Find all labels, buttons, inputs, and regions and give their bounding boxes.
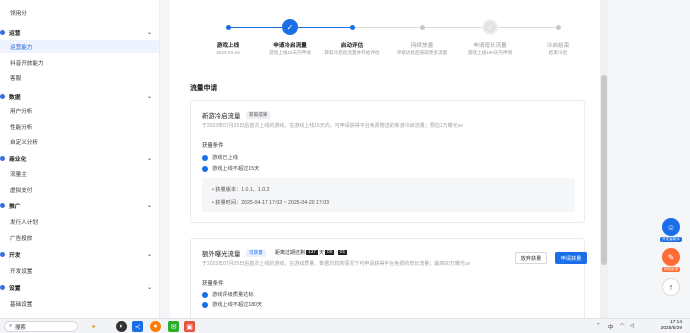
check-icon <box>202 291 208 298</box>
sidebar-item[interactable]: 客服 <box>0 71 159 84</box>
arrow-up-icon: ↑ <box>662 278 680 296</box>
back-to-top-button[interactable]: ↑ <box>660 278 682 296</box>
card-description: 于2023年07月25日后首次上线的游戏，在游戏质量、数据均较高情况下可申请获得… <box>202 261 471 267</box>
vscode-icon[interactable]: ≺ <box>132 321 143 332</box>
sidebar-section[interactable]: 开发 ⌄ <box>0 248 159 261</box>
check-icon: ✓ <box>282 19 298 35</box>
chevron-down-icon: ⌄ <box>146 156 152 162</box>
info-box: • 获量版本：1.0.1、1.0.2 • 获量时间：2025-04-17 17:… <box>202 178 575 212</box>
step-label: 启动评估 <box>340 43 364 49</box>
conditions-title: 获量条件 <box>202 281 224 287</box>
card-description: 于2023年07月25日后首次上线的游戏，在游戏上线15天内，可申请获得平台免费… <box>202 123 463 129</box>
condition-item: 游戏上线不超过15天 <box>202 165 259 172</box>
check-icon <box>202 301 208 308</box>
apply-button[interactable]: 申请获量 <box>555 252 587 264</box>
step-dot <box>555 25 561 30</box>
condition-item: 游戏已上线 <box>202 154 238 161</box>
chevron-down-icon: ⌄ <box>146 203 152 209</box>
sidebar-section[interactable]: 商业化 ⌄ <box>0 152 159 165</box>
section-icon <box>0 94 5 99</box>
check-icon <box>202 154 208 161</box>
sidebar-section[interactable]: 数据 ⌄ <box>0 90 159 103</box>
clock[interactable]: 17:14 2025/5/29 <box>642 320 682 332</box>
step-label: 冷启结束 <box>546 43 570 49</box>
main-content: 游戏上线 2023-04-16 ✓ 申请冷启流量 游戏上线15天内申请 启动评估 获取冷启动… <box>160 0 600 318</box>
step-connector <box>490 27 558 28</box>
sidebar-item[interactable]: 领用分 <box>0 6 159 19</box>
sidebar-item[interactable]: 抖音开放能力 <box>0 56 159 69</box>
section-icon <box>0 156 5 161</box>
step-dot <box>349 25 355 30</box>
sidebar-item[interactable]: 基础设置 <box>0 297 159 310</box>
section-icon <box>0 30 5 35</box>
step-connector <box>290 27 352 28</box>
section-icon <box>0 285 5 290</box>
countdown-timer: 距离过期还剩 137 天 00: 01 <box>275 249 348 256</box>
step-connector <box>352 27 422 28</box>
sidebar-item[interactable]: 广告投放 <box>0 231 159 244</box>
section-title: 流量申请 <box>190 85 218 92</box>
status-badge: 可获量 <box>246 249 266 257</box>
chevron-down-icon: ⌄ <box>146 30 152 36</box>
feedback-widget[interactable]: ✎ 体验反馈 <box>660 248 682 272</box>
check-icon: ✓ <box>482 19 498 35</box>
wifi-icon[interactable]: ◠ <box>620 323 625 329</box>
sidebar-item[interactable]: 流量主 <box>0 167 159 180</box>
sidebar-item[interactable]: 发行人计划 <box>0 215 159 228</box>
widget-icon[interactable]: ◐ <box>116 321 127 332</box>
developer-assistant-widget[interactable]: ☺ 开发者助手 <box>660 218 682 242</box>
step-subtitle: 获取冷启动流量并开始评估 <box>324 50 380 55</box>
card-title: 新游冷启流量 <box>202 113 241 120</box>
section-icon <box>0 203 5 208</box>
step-connector <box>228 27 290 28</box>
sidebar-item[interactable]: 性能分析 <box>0 120 159 133</box>
taskbar: ⌕ 搜索 ✦ ◐ ≺ ● ✉ ▣ ⌃ 中 ◠ ◁ 17:14 2025/5/29 <box>0 318 690 333</box>
lang-indicator[interactable]: 中 <box>608 323 613 331</box>
taskbar-search[interactable]: ⌕ 搜索 <box>4 321 78 332</box>
assistant-icon: ☺ <box>662 218 680 236</box>
sidebar-item[interactable]: 自定义分析 <box>0 135 159 148</box>
cold-start-card: 新游冷启流量 获取成果 于2023年07月25日后首次上线的游戏，在游戏上线15… <box>190 100 585 223</box>
wechat-icon[interactable]: ✉ <box>168 321 179 332</box>
check-icon <box>202 165 208 172</box>
version-info: • 获量版本：1.0.1、1.0.2 <box>212 187 270 193</box>
chevron-down-icon: ⌄ <box>146 94 152 100</box>
step-dot <box>225 25 231 30</box>
conditions-title: 获量条件 <box>202 143 224 149</box>
time-info: • 获量时间：2025-04-17 17:03 ~ 2025-04-20 17:… <box>212 200 330 206</box>
app-icon[interactable]: ▣ <box>184 321 195 332</box>
feedback-icon: ✎ <box>662 248 680 266</box>
sidebar-section[interactable]: 推广 ⌄ <box>0 199 159 212</box>
chevron-down-icon: ⌄ <box>146 285 152 291</box>
extra-exposure-card: 额外曝光流量 可获量 距离过期还剩 137 天 00: 01 于2023年07月… <box>190 238 587 318</box>
status-badge: 获取成果 <box>246 111 271 119</box>
abandon-button[interactable]: 放弃获量 <box>515 252 547 264</box>
card-title: 额外曝光流量 <box>202 251 241 258</box>
sidebar-item[interactable]: 虚拟支付 <box>0 183 159 196</box>
sidebar-section[interactable]: 设置 ⌄ <box>0 281 159 294</box>
chevron-up-icon[interactable]: ⌃ <box>596 323 601 329</box>
firefox-icon[interactable]: ● <box>150 321 161 332</box>
volume-icon[interactable]: ◁ <box>630 323 634 329</box>
scrollbar-thumb[interactable] <box>601 75 607 265</box>
scrollbar[interactable] <box>600 0 608 318</box>
sidebar: 领用分运营 ⌄ 运营能力抖音开放能力 客服数据 ⌄ 用户分析性能分析自定义分析商业化 ⌄ 流量… <box>0 0 160 318</box>
copilot-icon[interactable]: ✦ <box>88 321 99 332</box>
progress-steps: 游戏上线 2023-04-16 ✓ 申请冷启流量 游戏上线15天内申请 启动评估 获取冷启动… <box>170 0 600 75</box>
step-dot <box>419 25 425 30</box>
chevron-down-icon: ⌄ <box>146 252 152 258</box>
search-icon: ⌕ <box>9 323 13 329</box>
sidebar-section[interactable]: 运营 ⌄ <box>0 26 159 39</box>
section-icon <box>0 252 5 257</box>
condition-item: 游戏评级质量达标 <box>202 291 254 298</box>
step-subtitle: 结束冷启 <box>548 50 568 55</box>
content-panel: 游戏上线 2023-04-16 ✓ 申请冷启流量 游戏上线15天内申请 启动评估 获取冷启动… <box>170 0 600 318</box>
condition-item: 游戏上线不超过180天 <box>202 301 262 308</box>
step-connector <box>422 27 490 28</box>
sidebar-item[interactable]: 开发设置 <box>0 264 159 277</box>
sidebar-item[interactable]: 用户分析 <box>0 104 159 117</box>
sidebar-item[interactable]: 运营能力 <box>0 40 159 53</box>
